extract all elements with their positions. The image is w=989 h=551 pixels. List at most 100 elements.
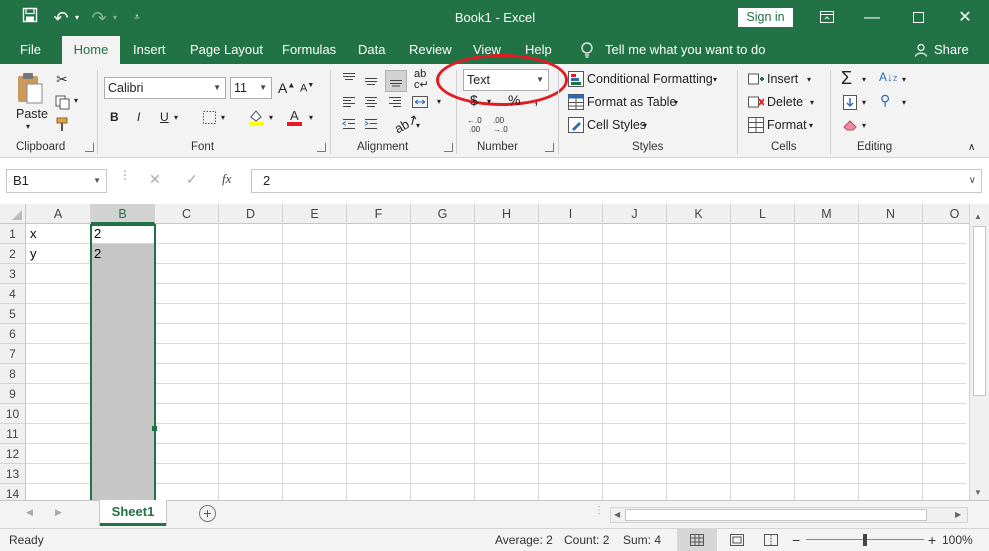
undo-dropdown-icon[interactable]: ▾: [72, 0, 82, 36]
row-header-12[interactable]: 12: [0, 444, 26, 464]
find-select-dropdown-icon[interactable]: ▾: [902, 98, 906, 107]
minimize-icon[interactable]: —: [860, 0, 884, 36]
tab-insert[interactable]: Insert: [133, 36, 166, 64]
prev-sheet-icon[interactable]: ◀: [26, 507, 33, 518]
sheet-tab-sheet1[interactable]: Sheet1: [100, 500, 166, 526]
number-launcher-icon[interactable]: [545, 143, 554, 152]
font-color-icon[interactable]: A: [284, 106, 304, 128]
conditional-dropdown-icon[interactable]: ▾: [713, 75, 717, 84]
scroll-right-icon[interactable]: ▶: [955, 510, 961, 519]
row-header-11[interactable]: 11: [0, 424, 26, 444]
paste-button[interactable]: Paste: [16, 107, 48, 121]
page-break-view-icon[interactable]: [764, 534, 778, 549]
customize-qat-icon[interactable]: ⩡: [130, 0, 144, 36]
column-header-a[interactable]: A: [26, 204, 91, 224]
format-painter-icon[interactable]: [52, 115, 72, 133]
cell-styles-dropdown-icon[interactable]: ▾: [643, 121, 647, 130]
ribbon-display-options-icon[interactable]: [815, 0, 839, 36]
zoom-out-icon[interactable]: −: [792, 529, 800, 551]
conditional-formatting-icon[interactable]: [567, 70, 585, 88]
column-header-f[interactable]: F: [347, 204, 411, 224]
italic-button[interactable]: I: [137, 110, 140, 124]
scroll-down-icon[interactable]: ▼: [974, 488, 982, 497]
autosum-icon[interactable]: Σ: [841, 68, 852, 89]
delete-cells-icon[interactable]: [747, 93, 765, 111]
autosum-dropdown-icon[interactable]: ▾: [862, 75, 866, 84]
close-icon[interactable]: ✕: [953, 0, 977, 36]
next-sheet-icon[interactable]: ▶: [55, 507, 62, 518]
wrap-text-icon[interactable]: ab c↵: [414, 69, 429, 91]
redo-icon[interactable]: ↷: [88, 0, 110, 36]
copy-dropdown-icon[interactable]: ▾: [74, 96, 78, 105]
insert-cells-icon[interactable]: [747, 70, 765, 88]
column-header-l[interactable]: L: [731, 204, 795, 224]
clear-dropdown-icon[interactable]: ▾: [862, 121, 866, 130]
merge-dropdown-icon[interactable]: ▾: [437, 97, 441, 106]
tab-data[interactable]: Data: [358, 36, 385, 64]
row-header-3[interactable]: 3: [0, 264, 26, 284]
share-icon[interactable]: [914, 36, 928, 64]
format-as-table-icon[interactable]: [567, 93, 585, 111]
align-left-icon[interactable]: [340, 94, 358, 110]
font-name-dropdown[interactable]: Calibri ▼: [104, 77, 226, 99]
row-header-13[interactable]: 13: [0, 464, 26, 484]
tell-me-search[interactable]: Tell me what you want to do: [605, 36, 765, 64]
row-header-10[interactable]: 10: [0, 404, 26, 424]
borders-dropdown-icon[interactable]: ▾: [221, 113, 225, 122]
format-table-dropdown-icon[interactable]: ▾: [674, 98, 678, 107]
decrease-decimal-icon[interactable]: .00 →.0: [489, 114, 513, 136]
copy-icon[interactable]: [52, 93, 72, 111]
decrease-font-icon[interactable]: A▼: [300, 82, 314, 95]
borders-icon[interactable]: [200, 108, 218, 126]
merge-center-icon[interactable]: [410, 94, 430, 110]
column-header-j[interactable]: J: [603, 204, 667, 224]
fill-handle[interactable]: [152, 426, 157, 431]
cut-icon[interactable]: ✂: [52, 70, 72, 88]
column-header-g[interactable]: G: [411, 204, 475, 224]
row-header-6[interactable]: 6: [0, 324, 26, 344]
paste-icon[interactable]: [14, 70, 46, 106]
zoom-level[interactable]: 100%: [942, 529, 973, 551]
format-cells-icon[interactable]: [747, 116, 765, 134]
column-header-m[interactable]: M: [795, 204, 859, 224]
increase-decimal-icon[interactable]: ←.0.00: [463, 114, 487, 136]
increase-indent-icon[interactable]: [362, 116, 380, 132]
column-header-k[interactable]: K: [667, 204, 731, 224]
scroll-left-icon[interactable]: ◀: [614, 510, 620, 519]
conditional-formatting-button[interactable]: Conditional Formatting: [587, 72, 713, 86]
confirm-entry-icon[interactable]: ✓: [186, 171, 198, 188]
percent-button[interactable]: %: [508, 92, 520, 108]
font-size-dropdown[interactable]: 11 ▼: [230, 77, 272, 99]
zoom-slider-thumb[interactable]: [863, 534, 867, 546]
save-icon[interactable]: [16, 0, 44, 36]
cell-b2[interactable]: 2: [91, 244, 154, 264]
align-center-icon[interactable]: [362, 94, 380, 110]
currency-dropdown-icon[interactable]: ▾: [487, 97, 491, 106]
row-header-4[interactable]: 4: [0, 284, 26, 304]
tab-split-handle[interactable]: ⋮: [594, 506, 604, 516]
undo-icon[interactable]: ↶: [50, 0, 72, 36]
insert-cells-button[interactable]: Insert: [767, 72, 798, 86]
tab-review[interactable]: Review: [409, 36, 452, 64]
column-header-h[interactable]: H: [475, 204, 539, 224]
cell-styles-icon[interactable]: [567, 116, 585, 134]
format-cells-button[interactable]: Format: [767, 118, 807, 132]
font-color-dropdown-icon[interactable]: ▾: [309, 113, 313, 122]
name-box[interactable]: B1 ▼: [6, 169, 107, 193]
column-header-d[interactable]: D: [219, 204, 283, 224]
clipboard-launcher-icon[interactable]: [85, 143, 94, 152]
row-header-7[interactable]: 7: [0, 344, 26, 364]
row-header-9[interactable]: 9: [0, 384, 26, 404]
cell-styles-button[interactable]: Cell Styles: [587, 118, 646, 132]
scroll-up-icon[interactable]: ▲: [974, 212, 982, 221]
cancel-entry-icon[interactable]: ✕: [149, 171, 161, 188]
sort-filter-icon[interactable]: A↓Z: [879, 70, 897, 84]
bottom-align-icon[interactable]: [385, 70, 407, 92]
sign-in-button[interactable]: Sign in: [738, 8, 793, 27]
normal-view-icon[interactable]: [677, 529, 717, 551]
zoom-in-icon[interactable]: +: [928, 529, 936, 551]
redo-dropdown-icon[interactable]: ▾: [110, 0, 120, 36]
column-header-e[interactable]: E: [283, 204, 347, 224]
tab-page-layout[interactable]: Page Layout: [190, 36, 263, 64]
tab-home[interactable]: Home: [62, 36, 120, 64]
